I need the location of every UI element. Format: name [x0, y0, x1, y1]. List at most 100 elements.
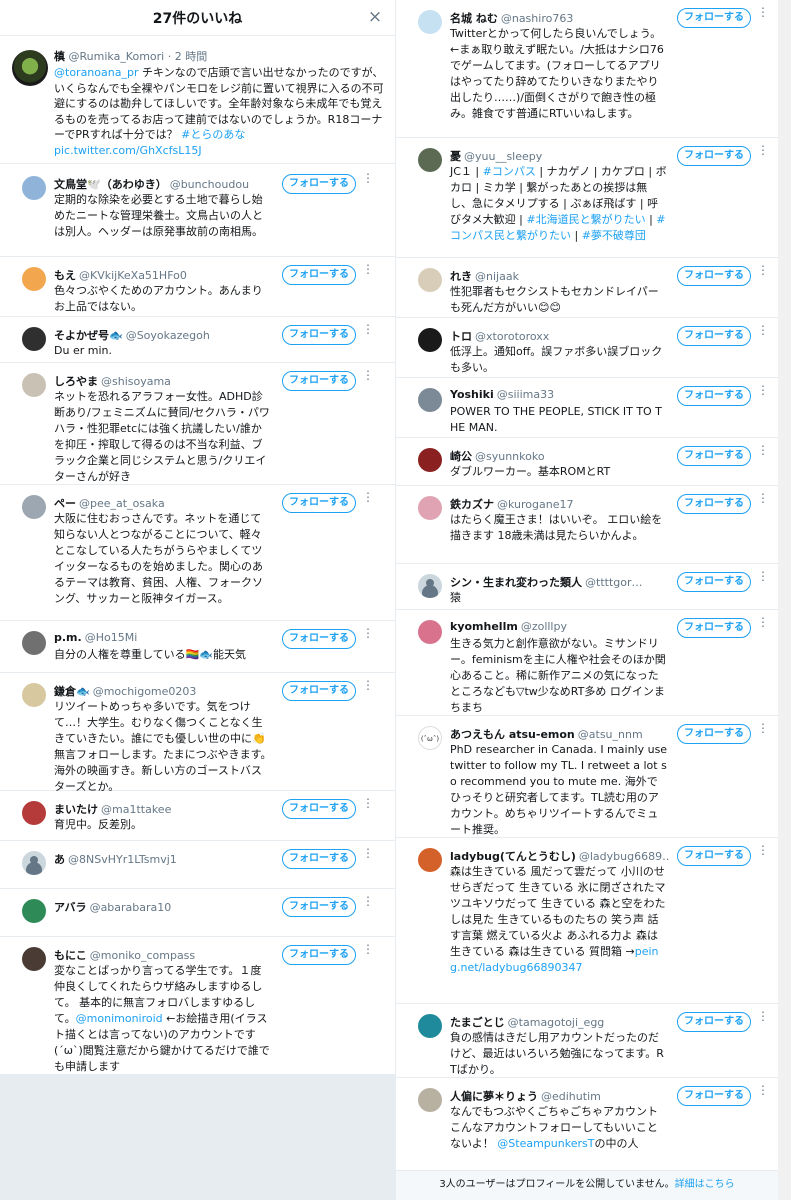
- user-handle[interactable]: @atsu_nnm: [578, 728, 643, 741]
- user-handle[interactable]: @Ho15Mi: [85, 631, 138, 644]
- user-name[interactable]: 憂: [450, 150, 461, 163]
- avatar[interactable]: [22, 176, 46, 200]
- user-name[interactable]: アバラ: [54, 901, 87, 914]
- user-row[interactable]: ペー @pee_at_osaka 大阪に住むおっさんです。ネットを通じて知らない人…: [0, 485, 395, 621]
- user-handle[interactable]: @abarabara10: [90, 901, 172, 914]
- avatar[interactable]: [22, 267, 46, 291]
- user-row[interactable]: まいたけ @ma1ttakee 育児中。反差別。 フォローする ⋮: [0, 791, 395, 841]
- mention-link[interactable]: @monimoniroid: [76, 1012, 163, 1025]
- default-avatar-icon[interactable]: [22, 851, 46, 875]
- user-handle[interactable]: @xtorotoroxx: [475, 330, 549, 343]
- follow-button[interactable]: フォローする: [282, 371, 356, 391]
- user-handle[interactable]: @moniko_compass: [90, 949, 195, 962]
- follow-button[interactable]: フォローする: [282, 325, 356, 345]
- user-row[interactable]: 崎公 @syunnkoko ダブルワーカー。基本ROMとRT フォローする ⋮: [396, 438, 778, 486]
- close-icon[interactable]: ×: [365, 7, 385, 27]
- follow-button[interactable]: フォローする: [282, 265, 356, 285]
- user-name[interactable]: れき: [450, 270, 472, 283]
- user-row[interactable]: トロ @xtorotoroxx 低浮上。通知off。誤ファボ多い誤ブロックも多い。…: [396, 318, 778, 378]
- user-row[interactable]: 鉄カズナ @kurogane17 はたらく魔王さま！はいいぞ。 エロい絵を描きます…: [396, 486, 778, 564]
- follow-button[interactable]: フォローする: [282, 681, 356, 701]
- avatar[interactable]: [418, 1014, 442, 1038]
- follow-button[interactable]: フォローする: [282, 945, 356, 965]
- avatar[interactable]: [418, 620, 442, 644]
- follow-button[interactable]: フォローする: [677, 572, 751, 592]
- user-name[interactable]: もえ: [54, 269, 76, 282]
- avatar[interactable]: [22, 801, 46, 825]
- user-handle[interactable]: @zolllpy: [521, 620, 567, 633]
- avatar[interactable]: [418, 848, 442, 872]
- user-handle[interactable]: @nijaak: [475, 270, 519, 283]
- follow-button[interactable]: フォローする: [282, 849, 356, 869]
- follow-button[interactable]: フォローする: [677, 1012, 751, 1032]
- more-icon[interactable]: ⋮: [362, 797, 374, 817]
- default-avatar-icon[interactable]: [418, 574, 442, 598]
- avatar[interactable]: [418, 268, 442, 292]
- more-icon[interactable]: ⋮: [757, 570, 769, 590]
- follow-button[interactable]: フォローする: [677, 446, 751, 466]
- user-name[interactable]: ペー: [54, 497, 76, 510]
- user-name[interactable]: シン・生まれ変わった類人: [450, 576, 582, 589]
- user-handle[interactable]: @shisoyama: [101, 375, 171, 388]
- user-name[interactable]: 鎌倉🐟: [54, 685, 90, 698]
- user-name[interactable]: 崎公: [450, 450, 472, 463]
- user-name[interactable]: 名城 ねむ: [450, 12, 498, 25]
- reply-mention-link[interactable]: @toranoana_pr: [54, 66, 138, 79]
- user-row[interactable]: れき @nijaak 性犯罪者もセクシストもセカンドレイパーも死んだ方がいい😊😊 …: [396, 258, 778, 318]
- more-icon[interactable]: ⋮: [757, 324, 769, 344]
- hashtag-link[interactable]: #北海道民と繋がりたい: [526, 213, 645, 226]
- user-row[interactable]: もにこ @moniko_compass 変なことばっかり言ってる学生です。１度仲良…: [0, 937, 395, 1074]
- user-handle[interactable]: @pee_at_osaka: [79, 497, 165, 510]
- avatar[interactable]: [22, 373, 46, 397]
- follow-button[interactable]: フォローする: [677, 846, 751, 866]
- follow-button[interactable]: フォローする: [677, 386, 751, 406]
- avatar[interactable]: [418, 148, 442, 172]
- avatar[interactable]: [418, 328, 442, 352]
- user-handle[interactable]: @nashiro763: [501, 12, 573, 25]
- user-name[interactable]: あ: [54, 853, 65, 866]
- user-name[interactable]: kyomhellm: [450, 620, 518, 633]
- user-row[interactable]: ladybug(てんとうむし) @ladybug6689… 森は生きている 風だっ…: [396, 838, 778, 1004]
- follow-button[interactable]: フォローする: [282, 493, 356, 513]
- avatar[interactable]: [22, 327, 46, 351]
- more-icon[interactable]: ⋮: [362, 323, 374, 343]
- user-row[interactable]: たまごとじ @tamagotoji_egg 負の感情はきだし用アカウントだったのだ…: [396, 1004, 778, 1078]
- user-handle[interactable]: @mochigome0203: [93, 685, 197, 698]
- avatar[interactable]: [418, 388, 442, 412]
- more-icon[interactable]: ⋮: [757, 264, 769, 284]
- hashtag-link[interactable]: #とらのあな: [181, 128, 245, 141]
- avatar[interactable]: [418, 10, 442, 34]
- hashtag-link[interactable]: #夢不破尊団: [582, 229, 646, 242]
- more-icon[interactable]: ⋮: [362, 895, 374, 915]
- follow-button[interactable]: フォローする: [677, 146, 751, 166]
- tweet-author-name[interactable]: 槙: [54, 50, 65, 63]
- follow-button[interactable]: フォローする: [677, 8, 751, 28]
- user-handle[interactable]: @Soyokazegoh: [126, 329, 210, 342]
- scrollbar[interactable]: [778, 0, 791, 1200]
- user-name[interactable]: そよかぜ号🐟: [54, 329, 123, 342]
- more-icon[interactable]: ⋮: [757, 444, 769, 464]
- avatar[interactable]: (ˆωˆ): [418, 726, 442, 750]
- user-row[interactable]: (ˆωˆ) あつえもん atsu-emon @atsu_nnm PhD resea…: [396, 716, 778, 838]
- user-name[interactable]: もにこ: [54, 949, 87, 962]
- more-icon[interactable]: ⋮: [757, 722, 769, 742]
- follow-button[interactable]: フォローする: [677, 618, 751, 638]
- follow-button[interactable]: フォローする: [282, 799, 356, 819]
- user-row[interactable]: 鎌倉🐟 @mochigome0203 リツイートめっちゃ多いです。気をつけて…！大…: [0, 673, 395, 793]
- user-handle[interactable]: @siiima33: [497, 388, 554, 401]
- user-handle[interactable]: @edihutim: [541, 1090, 601, 1103]
- user-handle[interactable]: @bunchoudou: [170, 178, 249, 191]
- tweet-author-handle[interactable]: @Rumika_Komori: [69, 50, 165, 63]
- user-name[interactable]: あつえもん atsu-emon: [450, 728, 575, 741]
- follow-button[interactable]: フォローする: [282, 897, 356, 917]
- user-handle[interactable]: @ma1ttakee: [101, 803, 171, 816]
- details-link[interactable]: 詳細はこちら: [675, 1179, 735, 1190]
- user-row[interactable]: Yoshiki @siiima33 POWER TO THE PEOPLE, ST…: [396, 378, 778, 438]
- more-icon[interactable]: ⋮: [362, 943, 374, 963]
- user-name[interactable]: トロ: [450, 330, 472, 343]
- user-row[interactable]: kyomhellm @zolllpy 生きる気力と創作意欲がない。ミサンドリー。f…: [396, 610, 778, 716]
- more-icon[interactable]: ⋮: [757, 616, 769, 636]
- user-handle[interactable]: @yuu__sleepy: [464, 150, 542, 163]
- user-row[interactable]: 名城 ねむ @nashiro763 Twitterとかって何したら良いんでしょう。…: [396, 0, 778, 138]
- more-icon[interactable]: ⋮: [362, 369, 374, 389]
